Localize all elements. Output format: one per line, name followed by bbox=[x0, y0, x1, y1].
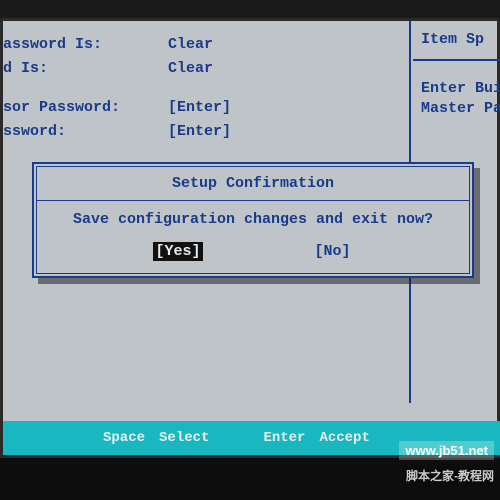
password-entry-row[interactable]: sor Password: [Enter] bbox=[3, 96, 409, 120]
yes-button[interactable]: [Yes] bbox=[153, 242, 202, 261]
field-value: Clear bbox=[168, 35, 308, 55]
footer-key: Enter bbox=[263, 430, 305, 446]
help-header: Item Sp bbox=[413, 21, 500, 61]
field-label: assword Is: bbox=[3, 35, 168, 55]
no-button[interactable]: [No] bbox=[313, 242, 353, 261]
footer-key: Space bbox=[103, 430, 145, 446]
help-line: Master Pas bbox=[421, 99, 495, 119]
watermark-sub: 脚本之家-教程网 bbox=[406, 467, 494, 484]
footer-action: Accept bbox=[319, 430, 369, 446]
field-action: [Enter] bbox=[168, 98, 308, 118]
field-action: [Enter] bbox=[168, 122, 308, 142]
password-entry-row[interactable]: ssword: [Enter] bbox=[3, 120, 409, 144]
dialog-buttons: [Yes] [No] bbox=[37, 236, 469, 273]
footer-action: Select bbox=[159, 430, 209, 446]
confirmation-dialog: Setup Confirmation Save configuration ch… bbox=[32, 162, 474, 278]
help-body: Enter Bui Master Pas bbox=[413, 61, 500, 136]
help-line: Enter Bui bbox=[421, 79, 495, 99]
dialog-title: Setup Confirmation bbox=[37, 167, 469, 201]
field-value: Clear bbox=[168, 59, 308, 79]
watermark: www.jb51.net bbox=[399, 441, 494, 460]
field-label: sor Password: bbox=[3, 98, 168, 118]
field-label: d Is: bbox=[3, 59, 168, 79]
field-label: ssword: bbox=[3, 122, 168, 142]
dialog-message: Save configuration changes and exit now? bbox=[37, 201, 469, 236]
password-status-row: assword Is: Clear bbox=[3, 33, 409, 57]
password-status-row: d Is: Clear bbox=[3, 57, 409, 81]
